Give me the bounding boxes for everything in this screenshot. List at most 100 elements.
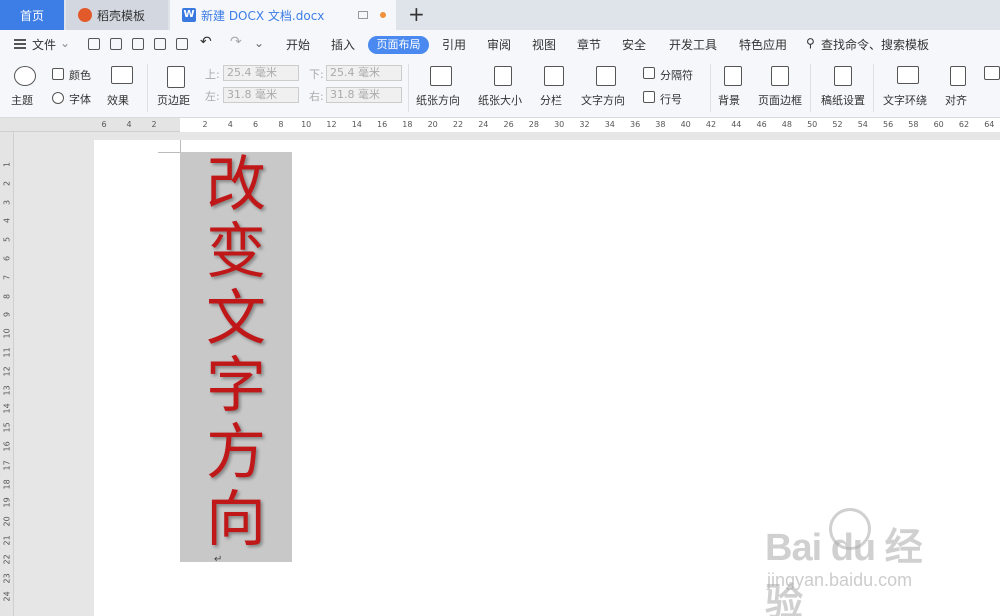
font-icon xyxy=(52,92,64,104)
color-icon xyxy=(52,68,64,80)
ruler-tick: 14 xyxy=(351,120,362,129)
ruler-tick: 24 xyxy=(478,120,489,129)
rotate-icon[interactable] xyxy=(984,66,1000,80)
ruler-tick: 36 xyxy=(630,120,641,129)
menu-item-security[interactable]: 安全 xyxy=(622,36,646,53)
vertical-ruler-tick: 19 xyxy=(2,497,12,508)
right-margin-field[interactable]: 31.8 毫米 xyxy=(326,87,402,103)
undo-icon[interactable]: ↶ xyxy=(200,34,212,50)
watermark-logo-text: Bai du 经验 xyxy=(765,527,923,616)
menu-item-references[interactable]: 引用 xyxy=(442,36,466,53)
save-icon[interactable] xyxy=(110,38,122,50)
print-icon[interactable] xyxy=(154,38,166,50)
vertical-ruler-tick: 17 xyxy=(2,460,12,471)
manuscript-icon xyxy=(834,66,852,86)
align-button[interactable]: 对齐 xyxy=(945,92,967,108)
docer-icon xyxy=(78,8,92,22)
vertical-char: 向 xyxy=(206,485,266,555)
search-icon[interactable]: ⚲ xyxy=(806,36,815,50)
page-border-button[interactable]: 页面边框 xyxy=(758,92,802,108)
quick-access-more-icon[interactable]: ⌄ xyxy=(254,36,264,50)
menu-file[interactable]: 文件 xyxy=(32,36,56,53)
ruler-tick: 34 xyxy=(604,120,615,129)
manuscript-settings-button[interactable]: 稿纸设置 xyxy=(821,92,865,108)
ruler-tick: 42 xyxy=(705,120,717,129)
hamburger-icon[interactable] xyxy=(14,39,26,49)
vertical-ruler-tick: 12 xyxy=(2,366,12,377)
effect-icon xyxy=(111,66,133,84)
ruler-tick: 8 xyxy=(278,120,284,129)
vertical-text: 改 变 文 字 方 向 xyxy=(180,152,292,562)
menu-item-developer[interactable]: 开发工具 xyxy=(669,36,717,53)
vertical-ruler-tick: 3 xyxy=(2,199,12,205)
ruler-tick: 6 xyxy=(101,120,107,129)
menu-item-home[interactable]: 开始 xyxy=(286,36,310,53)
background-button[interactable]: 背景 xyxy=(718,92,740,108)
ruler-tick: 6 xyxy=(253,120,259,129)
ruler-tick: 12 xyxy=(326,120,337,129)
redo-icon[interactable]: ↷ xyxy=(230,34,242,50)
theme-button[interactable]: 主题 xyxy=(11,92,33,108)
open-icon[interactable] xyxy=(88,38,100,50)
right-margin-label: 右: xyxy=(309,90,324,103)
line-numbers-button[interactable]: 行号 xyxy=(660,91,682,107)
bottom-margin-field[interactable]: 25.4 毫米 xyxy=(326,65,402,81)
menu-item-review[interactable]: 审阅 xyxy=(487,36,511,53)
vertical-text-box[interactable]: 改 变 文 字 方 向 xyxy=(180,152,292,562)
vertical-ruler-tick: 16 xyxy=(2,441,12,452)
tab-document[interactable]: W 新建 DOCX 文档.docx xyxy=(170,0,396,30)
tab-template[interactable]: 稻壳模板 xyxy=(66,0,168,30)
breaks-button[interactable]: 分隔符 xyxy=(660,67,693,83)
horizontal-ruler[interactable]: 6 4 2 2 4 6 8 10 12 14 16 18 20 22 24 26 28 30 32 34 36 38… xyxy=(0,118,1000,132)
menu-item-view[interactable]: 视图 xyxy=(532,36,556,53)
ruler-tick: 46 xyxy=(756,120,767,129)
paper-size-button[interactable]: 纸张大小 xyxy=(478,92,522,108)
font-button[interactable]: 字体 xyxy=(69,91,91,107)
menu-item-section[interactable]: 章节 xyxy=(577,36,601,53)
ribbon-divider xyxy=(810,64,811,112)
vertical-char: 变 xyxy=(206,217,266,287)
ruler-tick: 2 xyxy=(202,120,208,129)
new-tab-button[interactable]: + xyxy=(408,4,425,24)
ruler-tick: 48 xyxy=(781,120,792,129)
format-painter-icon[interactable] xyxy=(132,38,144,50)
vertical-ruler-tick: 18 xyxy=(2,478,12,490)
ruler-tick: 18 xyxy=(402,120,413,129)
unsaved-dot-icon xyxy=(380,12,386,18)
vertical-ruler-tick: 8 xyxy=(2,293,12,299)
color-button[interactable]: 颜色 xyxy=(69,67,91,83)
menu-item-page-layout[interactable]: 页面布局 xyxy=(368,36,429,54)
tab-home[interactable]: 首页 xyxy=(0,0,64,30)
margin-corner-mark xyxy=(180,140,181,152)
ruler-tick: 4 xyxy=(126,120,132,129)
screen-icon[interactable] xyxy=(358,11,368,19)
vertical-ruler-tick: 10 xyxy=(2,328,12,339)
vertical-ruler[interactable]: 1 2 3 4 5 6 7 8 9 10 11 12 13 14 15 16 17 18 19 20 21 22 23 24 xyxy=(0,132,14,616)
menu-item-insert[interactable]: 插入 xyxy=(331,36,355,53)
search-command-field[interactable]: 查找命令、搜索模板 xyxy=(821,36,929,53)
ruler-tick: 50 xyxy=(807,120,818,129)
theme-palette-icon[interactable] xyxy=(14,66,36,86)
print-preview-icon[interactable] xyxy=(176,38,188,50)
menu-item-features[interactable]: 特色应用 xyxy=(739,36,787,53)
vertical-ruler-tick: 1 xyxy=(2,161,12,168)
ruler-tick: 64 xyxy=(984,120,995,129)
chevron-down-icon[interactable]: ⌄ xyxy=(60,36,70,50)
ruler-tick: 60 xyxy=(933,120,944,129)
ruler-tick: 26 xyxy=(503,120,514,129)
orientation-button[interactable]: 纸张方向 xyxy=(416,92,460,108)
vertical-ruler-tick: 4 xyxy=(2,218,12,224)
ruler-tick: 62 xyxy=(958,120,970,129)
vertical-ruler-tick: 13 xyxy=(2,384,12,396)
effect-button[interactable]: 效果 xyxy=(107,92,129,108)
wrap-text-button[interactable]: 文字环绕 xyxy=(883,92,927,108)
margins-button[interactable]: 页边距 xyxy=(157,92,190,108)
vertical-ruler-tick: 14 xyxy=(2,403,12,414)
columns-button[interactable]: 分栏 xyxy=(540,92,562,108)
margin-corner-mark xyxy=(158,152,180,153)
top-margin-field[interactable]: 25.4 毫米 xyxy=(223,65,299,81)
ruler-tick: 32 xyxy=(579,120,590,129)
page-border-icon xyxy=(771,66,789,86)
text-direction-button[interactable]: 文字方向 xyxy=(581,92,625,108)
left-margin-field[interactable]: 31.8 毫米 xyxy=(223,87,299,103)
